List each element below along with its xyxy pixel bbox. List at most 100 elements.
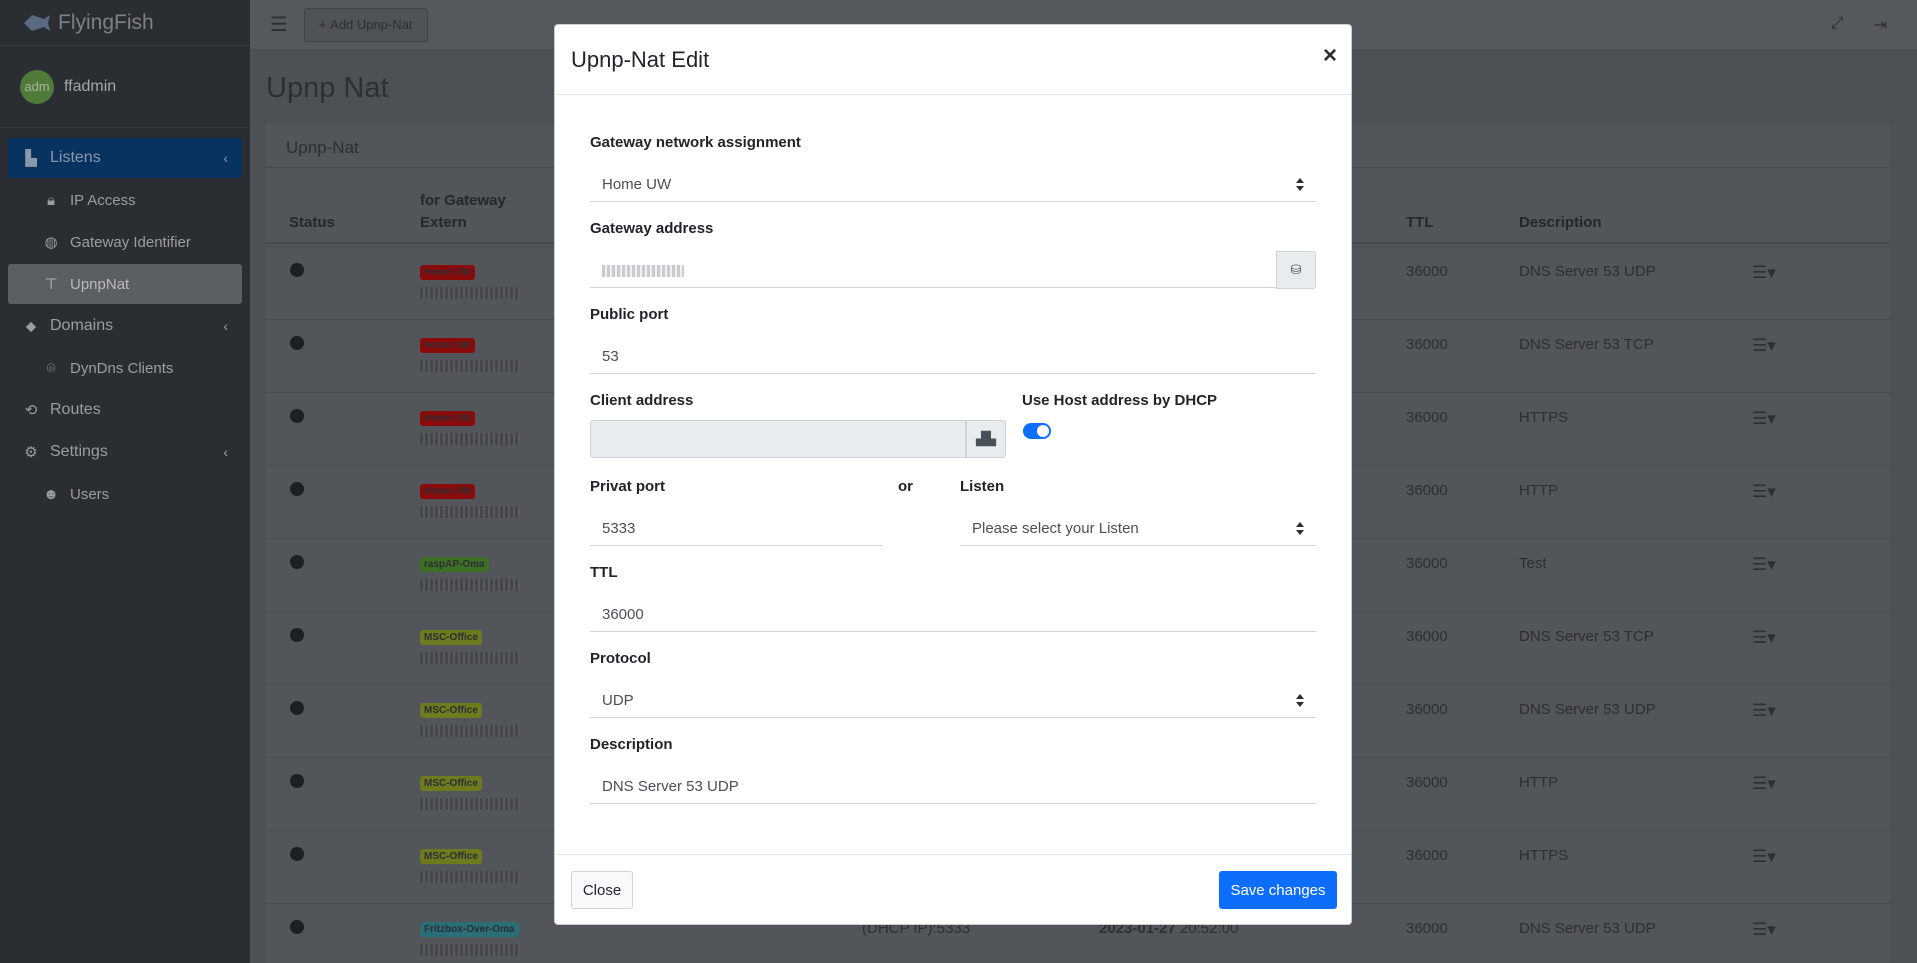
description-input[interactable]: DNS Server 53 UDP (590, 768, 1316, 804)
privat-port-input[interactable]: 5333 (590, 510, 883, 546)
ttl-cell: 36000 (1406, 482, 1448, 499)
sidebar-item-upnpnat[interactable]: ⊤ UpnpNat (8, 264, 242, 304)
status-dot (290, 774, 304, 788)
ttl-cell: 36000 (1406, 920, 1448, 937)
gateway-badge: MSC-Office (420, 849, 482, 864)
gateway-address-input[interactable] (590, 252, 1276, 288)
row-menu-icon[interactable]: ☰▾ (1752, 701, 1776, 721)
save-changes-button[interactable]: Save changes (1219, 871, 1337, 909)
description-cell: HTTP (1519, 482, 1559, 499)
protocol-select[interactable]: UDP (590, 682, 1316, 718)
sidebar: FlyingFish adm ffadmin ▙ Listens ‹ 🔒︎ IP… (0, 0, 250, 963)
lock-icon: 🔒︎ (47, 191, 55, 209)
row-menu-icon[interactable]: ☰▾ (1752, 920, 1776, 940)
status-dot (290, 263, 304, 277)
row-menu-icon[interactable]: ☰▾ (1752, 774, 1776, 794)
row-menu-icon[interactable]: ☰▾ (1752, 555, 1776, 575)
ttl-cell: 36000 (1406, 774, 1448, 791)
column-ttl: TTL (1406, 214, 1434, 231)
status-dot (290, 555, 304, 569)
row-menu-icon[interactable]: ☰▾ (1752, 628, 1776, 648)
status-dot (290, 336, 304, 350)
description-cell: DNS Server 53 TCP (1519, 336, 1654, 353)
sidebar-item-dyndns-clients[interactable]: ⌾ DynDns Clients (8, 348, 242, 388)
row-menu-icon[interactable]: ☰▾ (1752, 336, 1776, 356)
modal-header: Upnp-Nat Edit × (555, 25, 1351, 95)
gateway-address-blurred (602, 265, 684, 278)
close-icon[interactable]: × (1323, 42, 1337, 70)
public-port-value: 53 (602, 348, 619, 365)
ttl-cell: 36000 (1406, 555, 1448, 572)
protocol-value: UDP (602, 692, 634, 709)
sidebar-item-label: IP Access (70, 191, 136, 209)
description-cell: Test (1519, 555, 1547, 572)
row-menu-icon[interactable]: ☰▾ (1752, 409, 1776, 429)
gateway-address-blurred (420, 652, 520, 664)
tags-icon: ⬥ (25, 317, 37, 335)
listen-select[interactable]: Please select your Listen (960, 510, 1316, 546)
modal-footer: Close Save changes (555, 854, 1351, 926)
column-gateway-line2: Extern (420, 214, 467, 231)
brand[interactable]: FlyingFish (0, 0, 250, 46)
sidebar-item-label: Settings (50, 443, 108, 460)
sidebar-item-label: Routes (50, 401, 101, 418)
ttl-label: TTL (590, 564, 618, 581)
client-address-label: Client address (590, 392, 694, 409)
public-port-input[interactable]: 53 (590, 338, 1316, 374)
gateway-address-blurred (420, 360, 520, 372)
description-label: Description (590, 736, 673, 753)
sidebar-item-listens[interactable]: ▙ Listens ‹ (8, 138, 242, 178)
column-description: Description (1519, 214, 1602, 231)
hamburger-icon[interactable]: ☰ (270, 12, 288, 37)
status-dot (290, 482, 304, 496)
ttl-input[interactable]: 36000 (590, 596, 1316, 632)
gateway-network-value: Home UW (602, 176, 672, 193)
gateway-network-select[interactable]: Home UW (590, 166, 1316, 202)
sidebar-item-users[interactable]: ☻ Users (8, 474, 242, 514)
gateway-badge: Home UW (420, 484, 476, 499)
dhcp-toggle[interactable] (1023, 423, 1051, 439)
gateway-badge: Home UW (420, 338, 476, 353)
sidebar-item-settings[interactable]: ⚙︎ Settings ‹ (8, 432, 242, 472)
upnp-nat-edit-modal: Upnp-Nat Edit × Gateway network assignme… (554, 24, 1352, 925)
close-button[interactable]: Close (571, 871, 633, 909)
sidebar-item-label: Users (70, 485, 110, 503)
plus-icon: + (318, 17, 327, 32)
logout-icon[interactable]: ⇥ (1874, 15, 1887, 35)
add-upnp-nat-button[interactable]: + Add Upnp-Nat (303, 7, 428, 42)
sidebar-item-ip-access[interactable]: 🔒︎ IP Access (8, 180, 242, 220)
database-icon[interactable]: ⛁ (1276, 251, 1316, 289)
public-port-label: Public port (590, 306, 669, 323)
globe-icon: ◍ (44, 234, 58, 251)
ttl-cell: 36000 (1406, 628, 1448, 645)
users-icon: ☻ (43, 485, 59, 503)
column-status: Status (289, 214, 335, 231)
sidebar-item-routes[interactable]: ⟲ Routes (8, 390, 242, 430)
chevron-left-icon: ‹ (223, 444, 228, 460)
sidebar-item-domains[interactable]: ⬥ Domains ‹ (8, 306, 242, 346)
fullscreen-icon[interactable]: ⤢ (1831, 15, 1844, 35)
sidebar-item-label: Gateway Identifier (70, 233, 191, 251)
sidebar-item-label: Domains (50, 317, 114, 334)
ttl-cell: 36000 (1406, 336, 1448, 353)
row-menu-icon[interactable]: ☰▾ (1752, 263, 1776, 283)
sidebar-item-gateway-identifier[interactable]: ◍ Gateway Identifier (8, 222, 242, 262)
gateway-badge: MSC-Office (420, 630, 482, 645)
gateway-badge: MSC-Office (420, 776, 482, 791)
chevron-left-icon: ‹ (223, 318, 228, 334)
privat-port-value: 5333 (602, 520, 636, 537)
listen-label: Listen (960, 478, 1005, 495)
topbar-right: ⤢ ⇥ (1831, 15, 1887, 35)
row-menu-icon[interactable]: ☰▾ (1752, 847, 1776, 867)
satellite-icon: ⌾ (46, 359, 56, 377)
status-dot (290, 847, 304, 861)
gateway-address-blurred (420, 725, 520, 737)
sidebar-nav: ▙ Listens ‹ 🔒︎ IP Access ◍ Gateway Ident… (0, 128, 250, 514)
gateway-badge: Home UW (420, 411, 476, 426)
user-panel[interactable]: adm ffadmin (0, 46, 250, 128)
description-cell: DNS Server 53 TCP (1519, 628, 1654, 645)
row-menu-icon[interactable]: ☰▾ (1752, 482, 1776, 502)
description-cell: HTTPS (1519, 409, 1569, 426)
gateway-address-blurred (420, 944, 520, 956)
gateway-badge: Home UW (420, 265, 476, 280)
